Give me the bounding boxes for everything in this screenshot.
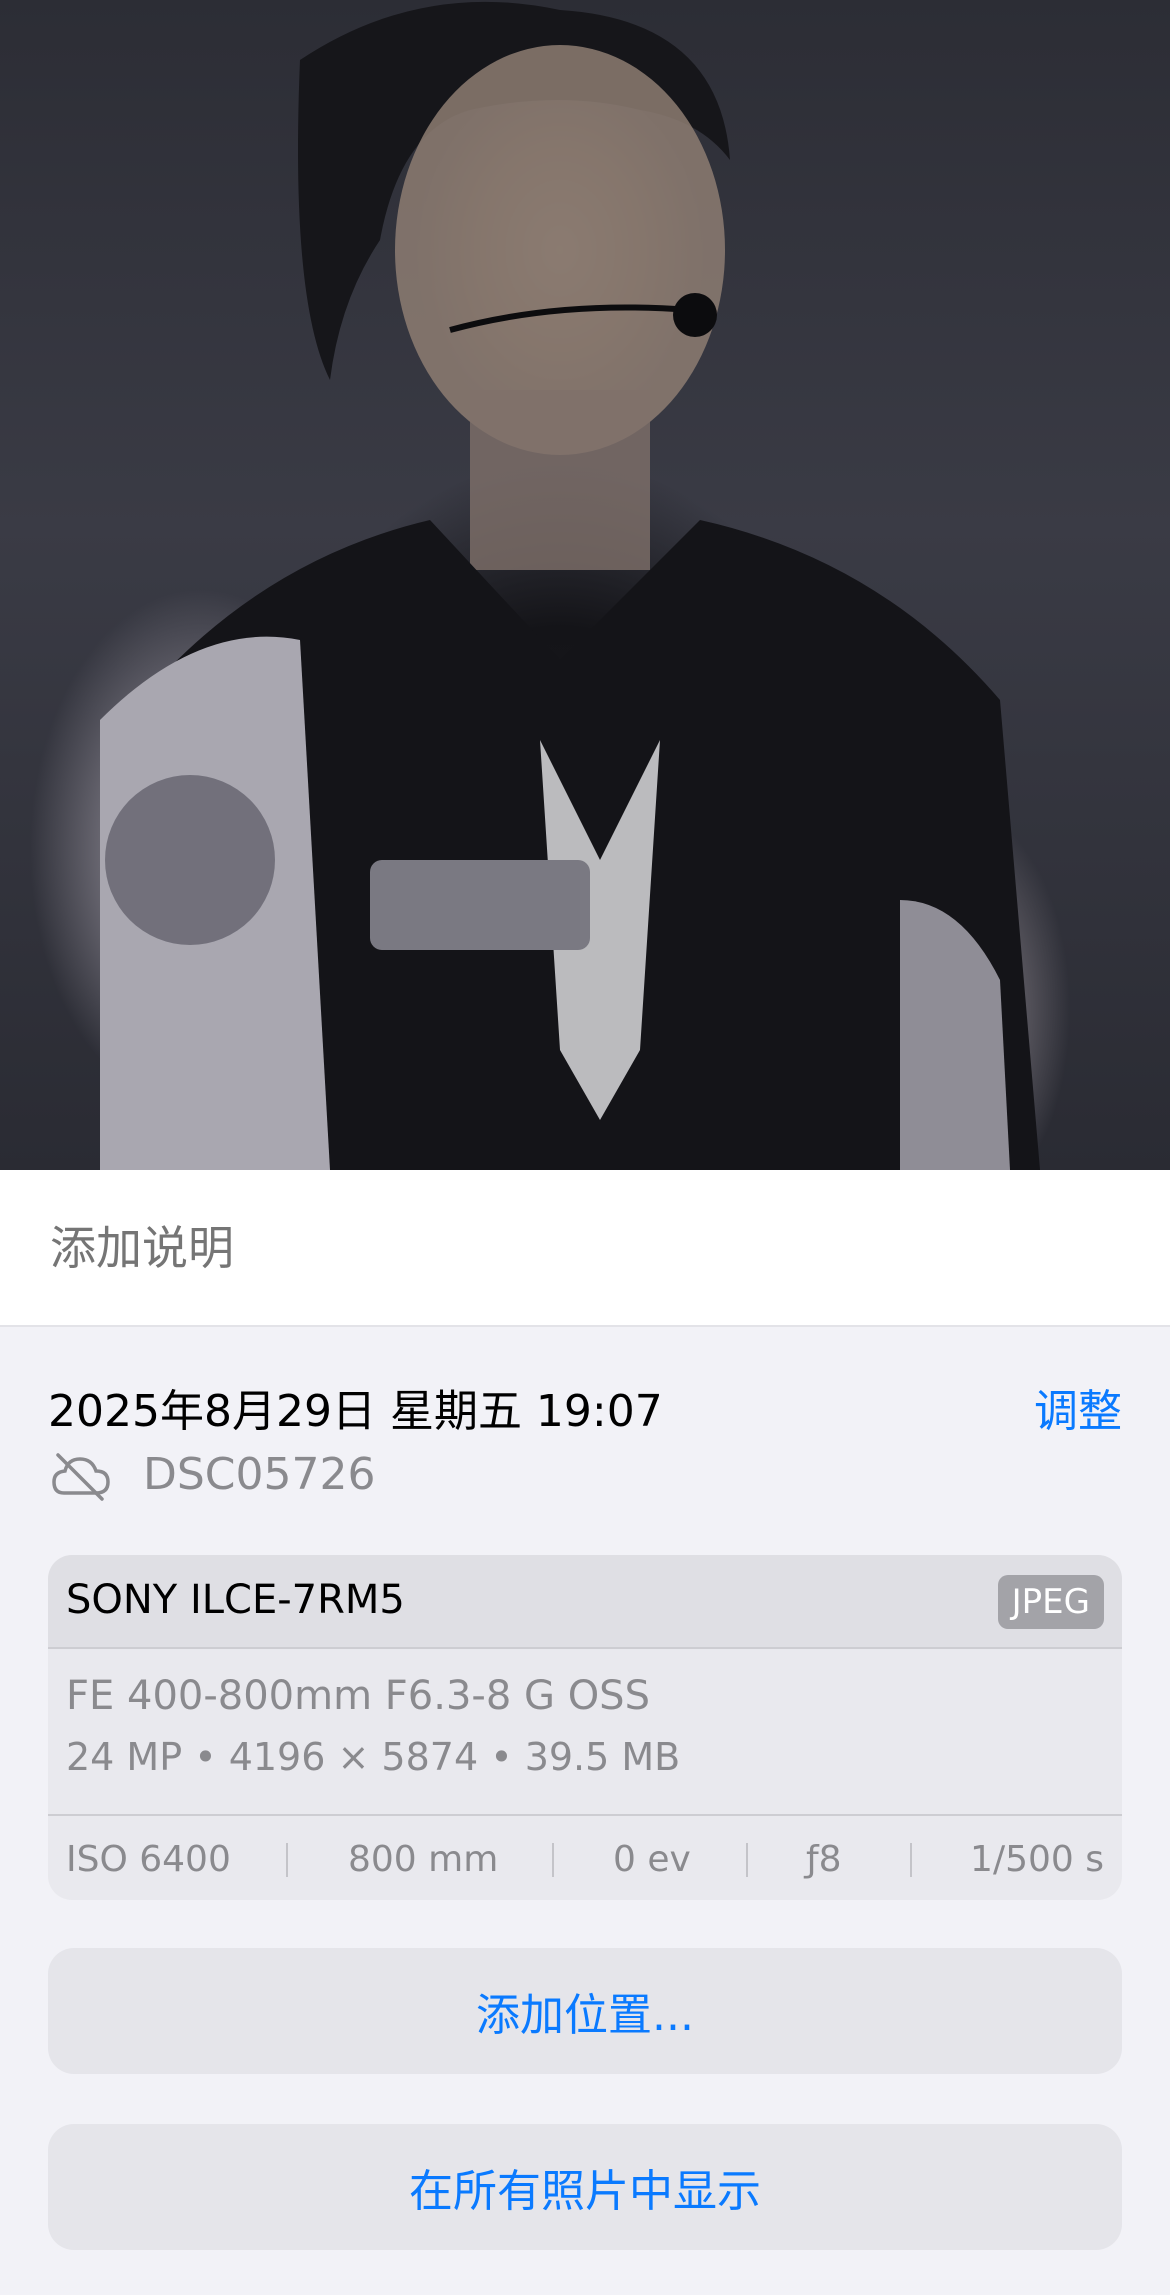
card-header: SONY ILCE-7RM5 JPEG xyxy=(48,1555,1122,1649)
camera-info-card: SONY ILCE-7RM5 JPEG FE 400-800mm F6.3-8 … xyxy=(48,1555,1122,1900)
adjust-button[interactable]: 调整 xyxy=(1034,1375,1122,1439)
format-badge: JPEG xyxy=(997,1575,1104,1629)
file-name: DSC05726 xyxy=(143,1449,376,1500)
file-row: DSC05726 xyxy=(48,1445,748,1505)
divider xyxy=(746,1843,748,1877)
photo[interactable] xyxy=(0,0,1170,1170)
exif-shutter: 1/500 s xyxy=(970,1839,1104,1880)
exif-exposure-bias: 0 ev xyxy=(613,1839,691,1880)
cloud-slash-icon xyxy=(52,1453,110,1501)
caption-area xyxy=(0,1170,1170,1327)
exif-row: ISO 6400 800 mm 0 ev ƒ8 1/500 s xyxy=(48,1817,1122,1900)
date-time: 2025年8月29日 星期五 19:07 xyxy=(48,1386,663,1437)
exif-iso: ISO 6400 xyxy=(66,1839,231,1880)
exif-focal-length: 800 mm xyxy=(348,1839,499,1880)
camera-model: SONY ILCE-7RM5 xyxy=(66,1577,405,1623)
divider xyxy=(286,1843,288,1877)
exif-aperture: ƒ8 xyxy=(806,1839,842,1880)
lens-info: FE 400-800mm F6.3-8 G OSS xyxy=(66,1673,650,1719)
image-specs: 24 MP • 4196 × 5874 • 39.5 MB xyxy=(66,1735,681,1779)
divider xyxy=(910,1843,912,1877)
date-row: 2025年8月29日 星期五 19:07 调整 xyxy=(48,1375,1122,1437)
photo-illustration xyxy=(100,1,1040,1170)
show-in-all-photos-button[interactable]: 在所有照片中显示 xyxy=(48,2124,1122,2250)
divider xyxy=(48,1814,1122,1816)
caption-input[interactable] xyxy=(48,1220,1122,1276)
add-location-button[interactable]: 添加位置... xyxy=(48,1948,1122,2074)
divider xyxy=(552,1843,554,1877)
